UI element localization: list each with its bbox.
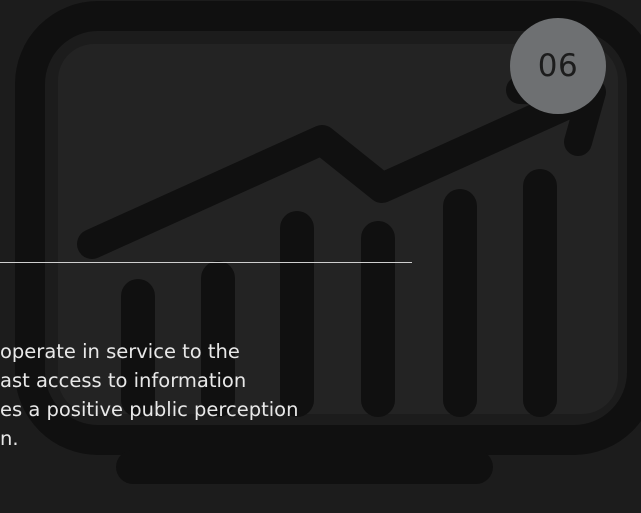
body-text-line: n.: [0, 427, 19, 450]
body-text: operate in service to the ast access to …: [0, 337, 400, 453]
divider: [0, 262, 412, 263]
body-text-line: operate in service to the: [0, 340, 240, 363]
monitor-stand: [116, 450, 493, 484]
body-text-line: es a positive public perception: [0, 398, 299, 421]
slide-number: 06: [537, 48, 579, 84]
slide: 06 operate in service to the ast access …: [0, 0, 641, 513]
slide-number-badge: 06: [510, 18, 606, 114]
body-text-line: ast access to information: [0, 369, 247, 392]
